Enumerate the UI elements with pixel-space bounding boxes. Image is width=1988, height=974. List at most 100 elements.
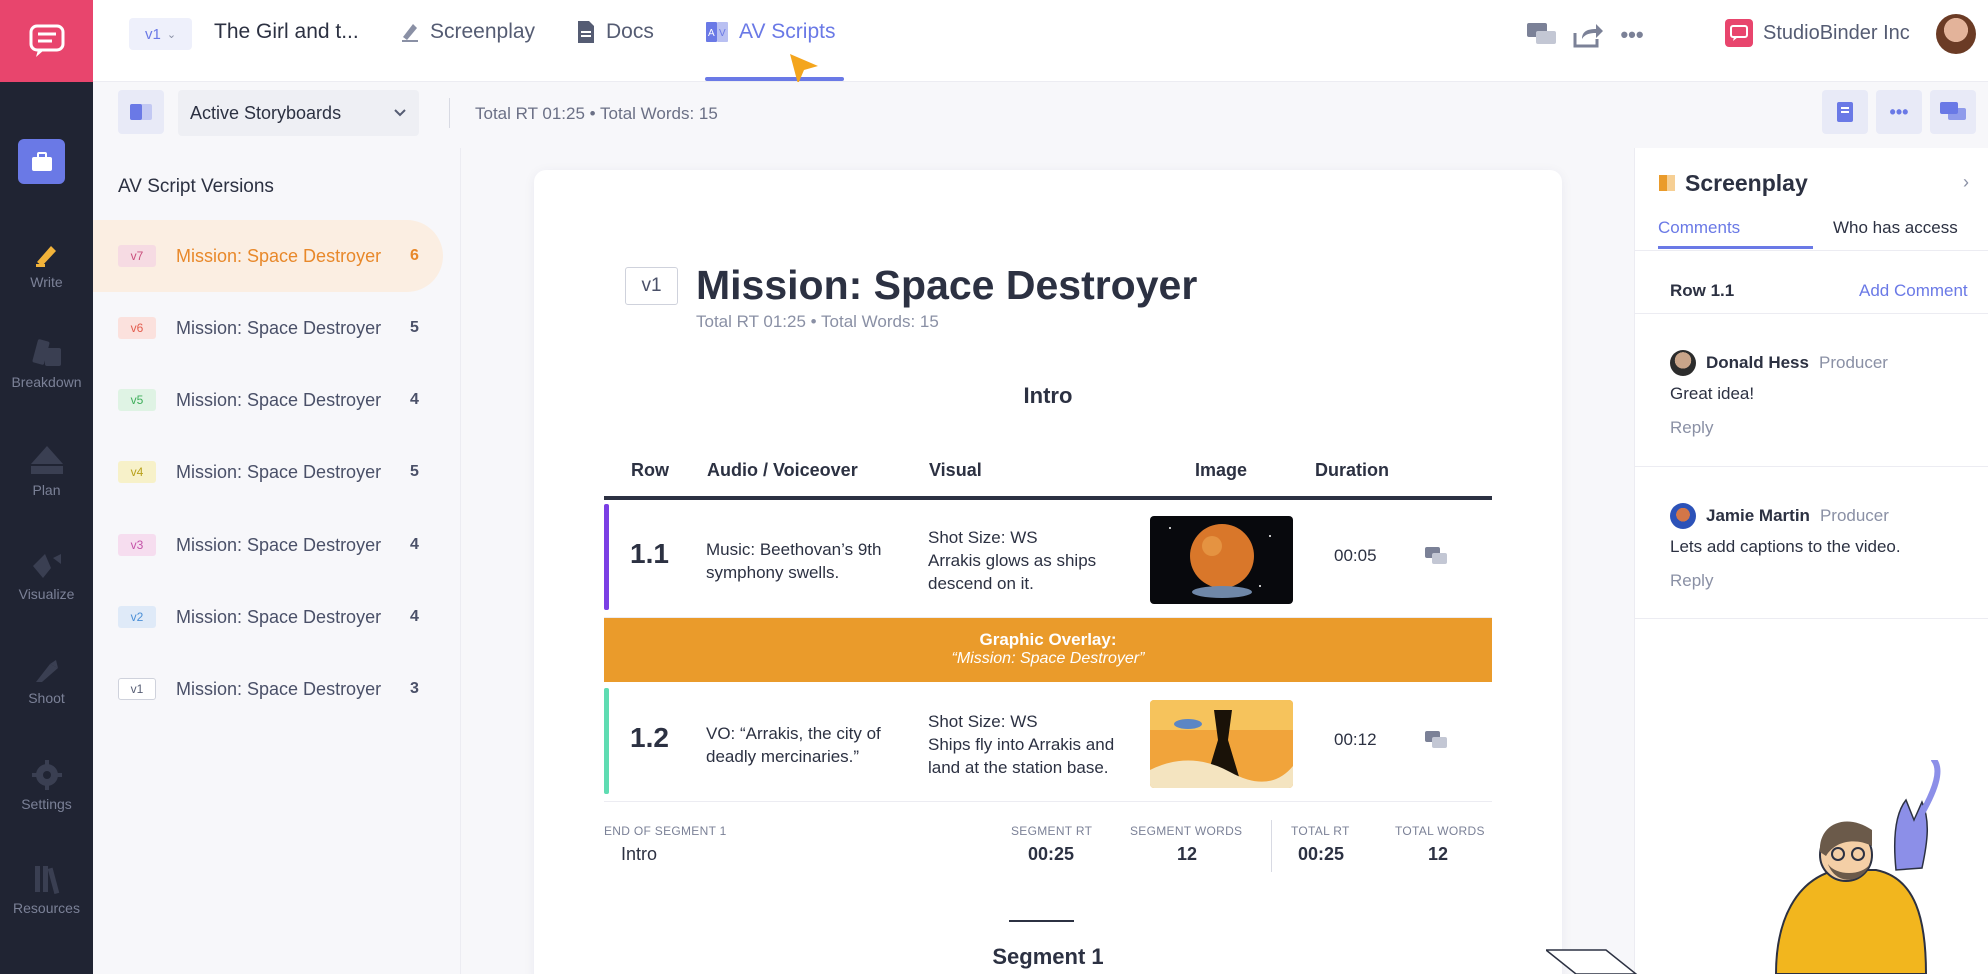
row-comment-button[interactable] [1424, 546, 1448, 571]
briefcase-icon [31, 151, 52, 171]
row-visual-line: Shot Size: WS [928, 712, 1038, 731]
plan-icon [30, 446, 63, 474]
toggle-sidebar-button[interactable] [118, 90, 164, 134]
version-count: 5 [410, 463, 419, 480]
close-icon[interactable]: › [1963, 172, 1969, 193]
comment-text: Great idea! [1670, 384, 1755, 403]
share-icon [1573, 24, 1603, 48]
visualize-icon [32, 554, 61, 578]
more-options-button[interactable]: ••• [1615, 18, 1649, 52]
row-visual[interactable]: Shot Size: WS Arrakis glows as ships des… [928, 526, 1128, 595]
row-comment-button[interactable] [1424, 730, 1448, 755]
panel-divider [1635, 466, 1988, 467]
version-item[interactable]: v2 Mission: Space Destroyer 4 [93, 581, 443, 653]
reply-button[interactable]: Reply [1670, 418, 1888, 438]
toolbar-more-button[interactable]: ••• [1876, 90, 1922, 134]
comment-author-role: Producer [1819, 506, 1889, 525]
comments-icon [1425, 731, 1447, 748]
segment-words-label: SEGMENT WORDS [1130, 824, 1243, 838]
comments-button[interactable] [1525, 18, 1559, 52]
toolbar-divider [449, 98, 450, 128]
tab-label: AV Scripts [739, 20, 836, 43]
shoot-icon [35, 660, 58, 682]
tab-comments[interactable]: Comments [1658, 218, 1740, 238]
version-item[interactable]: v6 Mission: Space Destroyer 5 [93, 292, 443, 364]
storyboard-select[interactable]: Active Storyboards [178, 90, 419, 136]
row-audio[interactable]: Music: Beethovan’s 9th symphony swells. [706, 538, 906, 584]
next-segment-title[interactable]: Segment 1 [534, 944, 1562, 970]
total-words-label: TOTAL WORDS [1395, 824, 1485, 838]
mascot-illustration [1546, 760, 1941, 974]
segment-words-value: 12 [1177, 844, 1198, 864]
rail-item-resources[interactable]: Resources [0, 864, 93, 916]
document-subtitle: Total RT 01:25 • Total Words: 15 [696, 312, 939, 331]
rail-label: Plan [32, 482, 61, 498]
version-dropdown[interactable]: v1 ⌄ [129, 18, 192, 50]
end-divider [1271, 820, 1272, 872]
segment-rt-value: 00:25 [1028, 844, 1075, 864]
segment-title[interactable]: Intro [534, 383, 1562, 409]
share-button[interactable] [1571, 18, 1605, 52]
table-row[interactable]: 1.1 Music: Beethovan’s 9th symphony swel… [604, 500, 1492, 618]
comment-item: Donald Hess Producer Great idea! Reply [1670, 350, 1888, 438]
header-row: Row [631, 460, 669, 480]
comment-author: Jamie Martin Producer [1670, 503, 1901, 529]
toggle-comments-button[interactable] [1930, 90, 1976, 134]
version-badge: v2 [118, 606, 156, 628]
rail-item-plan[interactable]: Plan [0, 444, 93, 498]
row-color-bar [604, 504, 609, 610]
total-rt-value: 00:25 [1298, 844, 1345, 864]
version-name: Mission: Space Destroyer [176, 245, 382, 266]
user-avatar[interactable] [1936, 14, 1976, 54]
document-title[interactable]: Mission: Space Destroyer [696, 262, 1197, 309]
rail-item-visualize[interactable]: Visualize [0, 550, 93, 602]
version-item[interactable]: v7 Mission: Space Destroyer 6 [93, 220, 443, 292]
export-button[interactable] [1822, 90, 1868, 134]
version-item[interactable]: v1 Mission: Space Destroyer 3 [93, 653, 443, 725]
panel-tab-indicator [1658, 246, 1813, 249]
comments-icon [1527, 23, 1556, 44]
row-visual-line: Arrakis glows as ships descend on it. [928, 551, 1097, 593]
total-words-value: 12 [1428, 844, 1449, 864]
av-script-document: v1 Mission: Space Destroyer Total RT 01:… [534, 170, 1562, 974]
total-rt-label: TOTAL RT [1291, 824, 1350, 838]
table-row[interactable]: 1.2 VO: “Arrakis, the city of deadly mer… [604, 684, 1492, 802]
tab-screenplay[interactable]: Screenplay [400, 20, 535, 44]
rail-item-write[interactable]: Write [0, 240, 93, 290]
active-tab-indicator [705, 77, 844, 81]
version-badge: v4 [118, 461, 156, 483]
avatar [1670, 503, 1696, 529]
document-icon [578, 21, 594, 43]
company-logo-icon [1725, 19, 1753, 47]
version-name: Mission: Space Destroyer [176, 606, 382, 627]
comment-author-name: Jamie Martin [1706, 506, 1810, 525]
add-comment-button[interactable]: Add Comment [1859, 281, 1968, 301]
header-image: Image [1195, 460, 1248, 480]
row-visual[interactable]: Shot Size: WS Ships fly into Arrakis and… [928, 710, 1128, 779]
tab-docs[interactable]: Docs [576, 20, 654, 44]
top-bar: v1 ⌄ The Girl and t... Screenplay Docs A… [93, 0, 1988, 84]
row-duration: 00:05 [1334, 546, 1377, 565]
version-item[interactable]: v5 Mission: Space Destroyer 4 [93, 364, 443, 436]
briefcase-button[interactable] [18, 139, 65, 184]
version-count: 4 [410, 608, 419, 625]
reply-button[interactable]: Reply [1670, 571, 1901, 591]
toolbar-totals: Total RT 01:25 • Total Words: 15 [475, 104, 718, 123]
row-image[interactable] [1150, 700, 1293, 788]
version-item[interactable]: v4 Mission: Space Destroyer 5 [93, 436, 443, 508]
graphic-overlay[interactable]: Graphic Overlay: “Mission: Space Destroy… [604, 618, 1492, 682]
rail-item-breakdown[interactable]: Breakdown [0, 338, 93, 390]
rail-label: Visualize [18, 586, 75, 602]
version-item[interactable]: v3 Mission: Space Destroyer 4 [93, 509, 443, 581]
company-switcher[interactable]: StudioBinder Inc [1725, 19, 1910, 47]
project-title[interactable]: The Girl and t... [214, 20, 359, 44]
rail-item-settings[interactable]: Settings [0, 760, 93, 812]
row-image[interactable] [1150, 516, 1293, 604]
row-audio[interactable]: VO: “Arrakis, the city of deadly mercina… [706, 722, 906, 768]
tab-av-scripts[interactable]: AV AV Scripts [705, 20, 835, 44]
chevron-down-icon [394, 109, 406, 117]
panel-title: Screenplay [1685, 170, 1808, 196]
tab-who-has-access[interactable]: Who has access [1833, 218, 1958, 238]
rail-item-shoot[interactable]: Shoot [0, 658, 93, 706]
studiobinder-logo[interactable] [0, 0, 93, 82]
